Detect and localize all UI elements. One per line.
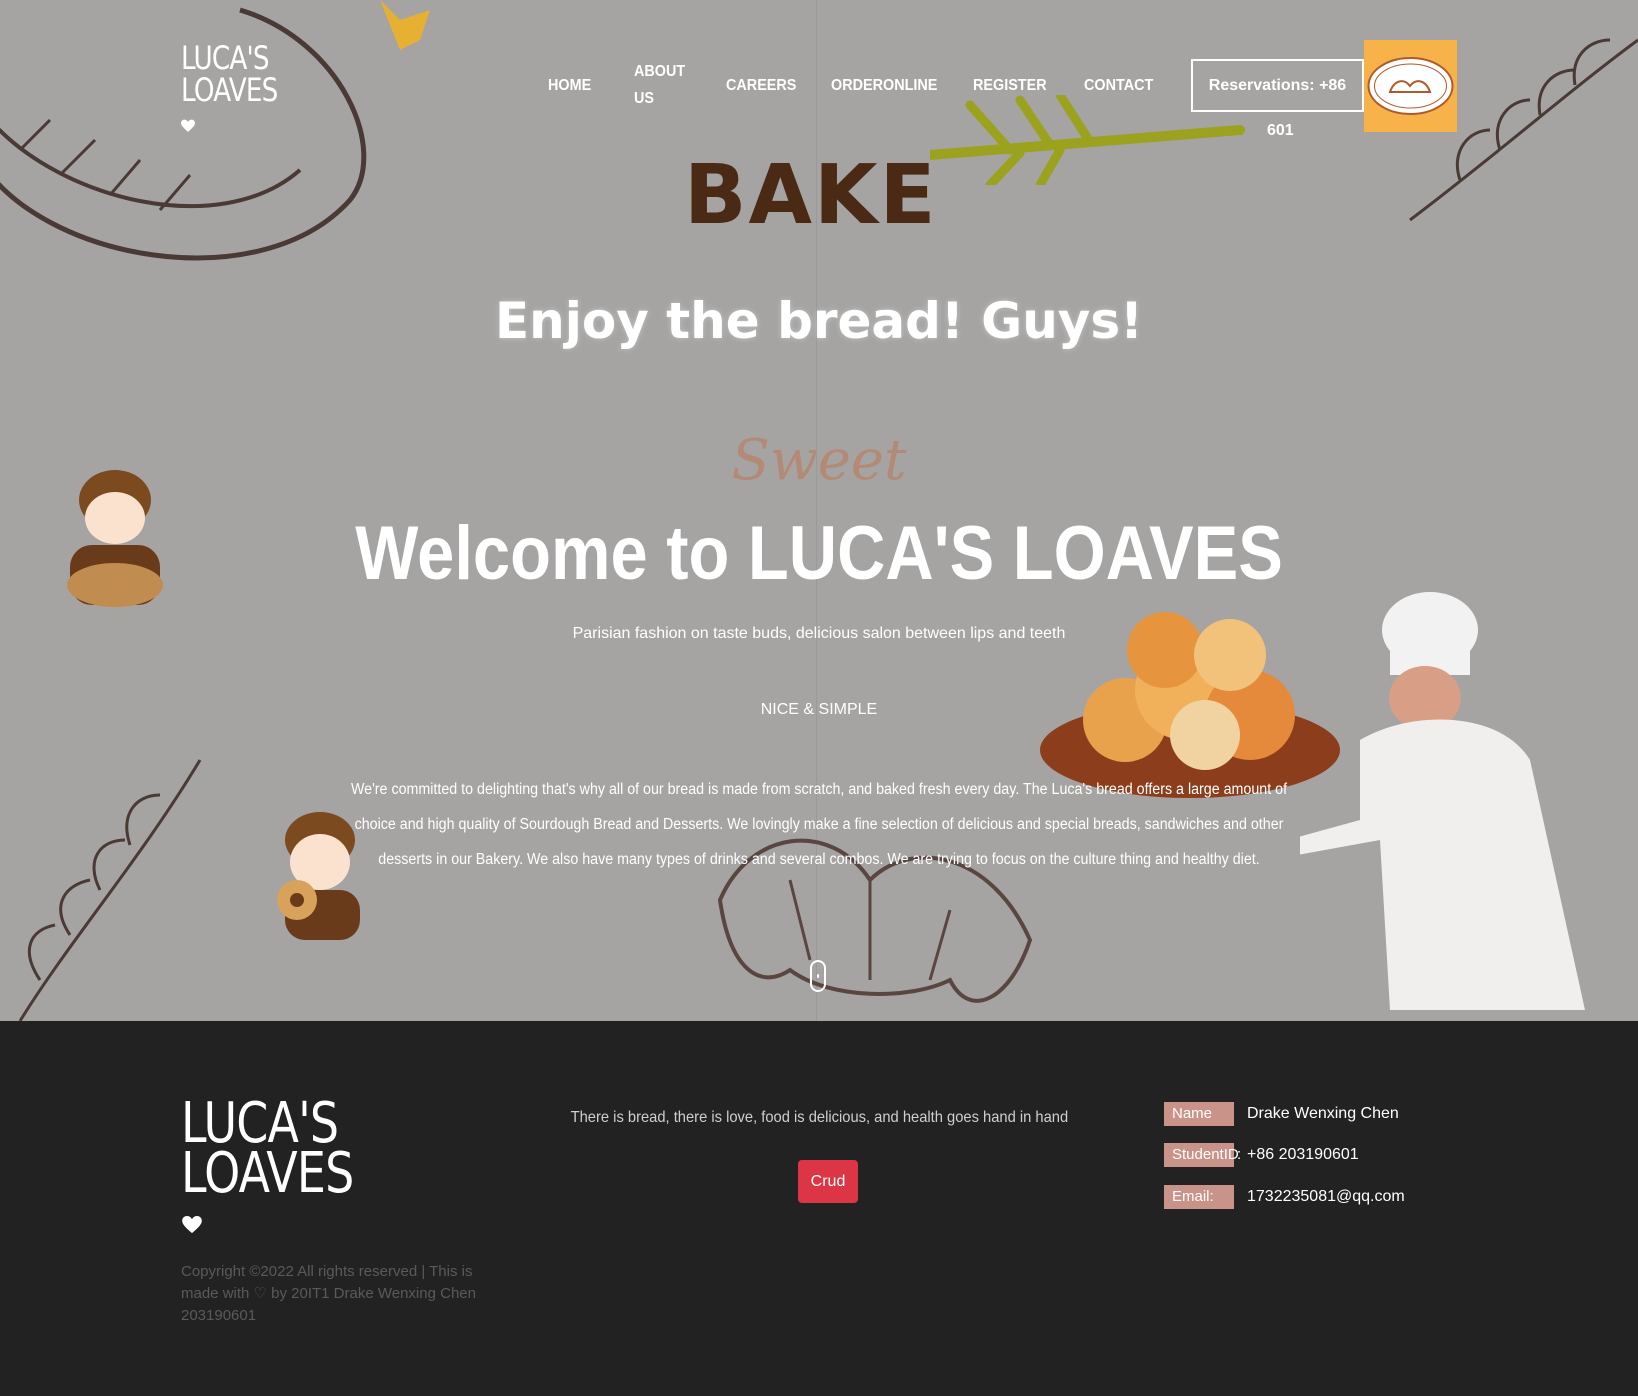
info-value: Drake Wenxing Chen <box>1247 1105 1399 1122</box>
hero-script-word: Sweet <box>731 428 907 493</box>
info-value: 1732235081@qq.com <box>1247 1188 1405 1205</box>
nav-order-online[interactable]: ORDERONLINE <box>831 72 937 99</box>
brand-badge[interactable] <box>1364 40 1457 132</box>
footer-heart-icon <box>182 1216 202 1234</box>
info-label: StudentID <box>1164 1143 1239 1167</box>
nav-register[interactable]: REGISTER <box>973 72 1047 99</box>
hero-tagline: Parisian fashion on taste buds, deliciou… <box>572 625 1066 642</box>
header-logo-line1: LUCA'S <box>181 39 270 77</box>
welcome-title: Welcome to LUCA'S LOAVES <box>0 510 1638 597</box>
welcome-title-text: Welcome to LUCA'S LOAVES <box>355 511 1283 596</box>
nav-careers[interactable]: CAREERS <box>726 72 796 99</box>
wheat-illustration-bottom-left <box>18 759 202 1021</box>
header-logo-line2: LOAVES <box>181 71 278 109</box>
scroll-down-indicator[interactable] <box>810 960 826 992</box>
crud-button[interactable]: Crud <box>798 1160 858 1203</box>
footer: LUCA'S LOAVES Copyright ©2022 All rights… <box>0 1021 1638 1396</box>
chef-illustration <box>1300 592 1585 1010</box>
reservations-button[interactable]: Reservations: +86 <box>1191 59 1364 112</box>
nav-home[interactable]: HOME <box>548 72 591 99</box>
hero-section: LUCA'S LOAVES HOME ABOUT US CAREERS ORDE… <box>0 0 1638 1021</box>
nav-contact[interactable]: CONTACT <box>1084 72 1153 99</box>
heart-icon <box>181 119 195 132</box>
info-value: +86 203190601 <box>1247 1146 1359 1163</box>
brand-badge-logo-icon <box>1367 57 1454 115</box>
hero-description: We're committed to delighting that's why… <box>310 772 1328 877</box>
star-sprinkle-decoration <box>380 0 430 50</box>
header-logo[interactable]: LUCA'S LOAVES <box>181 39 278 109</box>
copyright-text: Copyright ©2022 All rights reserved | Th… <box>181 1263 476 1324</box>
info-colon: : <box>1237 1146 1242 1163</box>
hero-headline: Enjoy the bread! Guys! <box>495 292 1143 350</box>
bake-lettering: BAKE <box>684 148 938 243</box>
info-label: Name <box>1164 1102 1234 1126</box>
hero-subheading: NICE & SIMPLE <box>760 701 878 718</box>
reservations-number-tail: 601 <box>1267 122 1294 139</box>
footer-logo-line2: LOAVES <box>181 1141 354 1206</box>
footer-motto-text: There is bread, there is love, food is d… <box>570 1109 1068 1126</box>
hero-description-text: We're committed to delighting that's why… <box>350 781 1288 868</box>
nav-about-us[interactable]: ABOUT US <box>634 58 688 112</box>
info-label: Email: <box>1164 1185 1234 1209</box>
